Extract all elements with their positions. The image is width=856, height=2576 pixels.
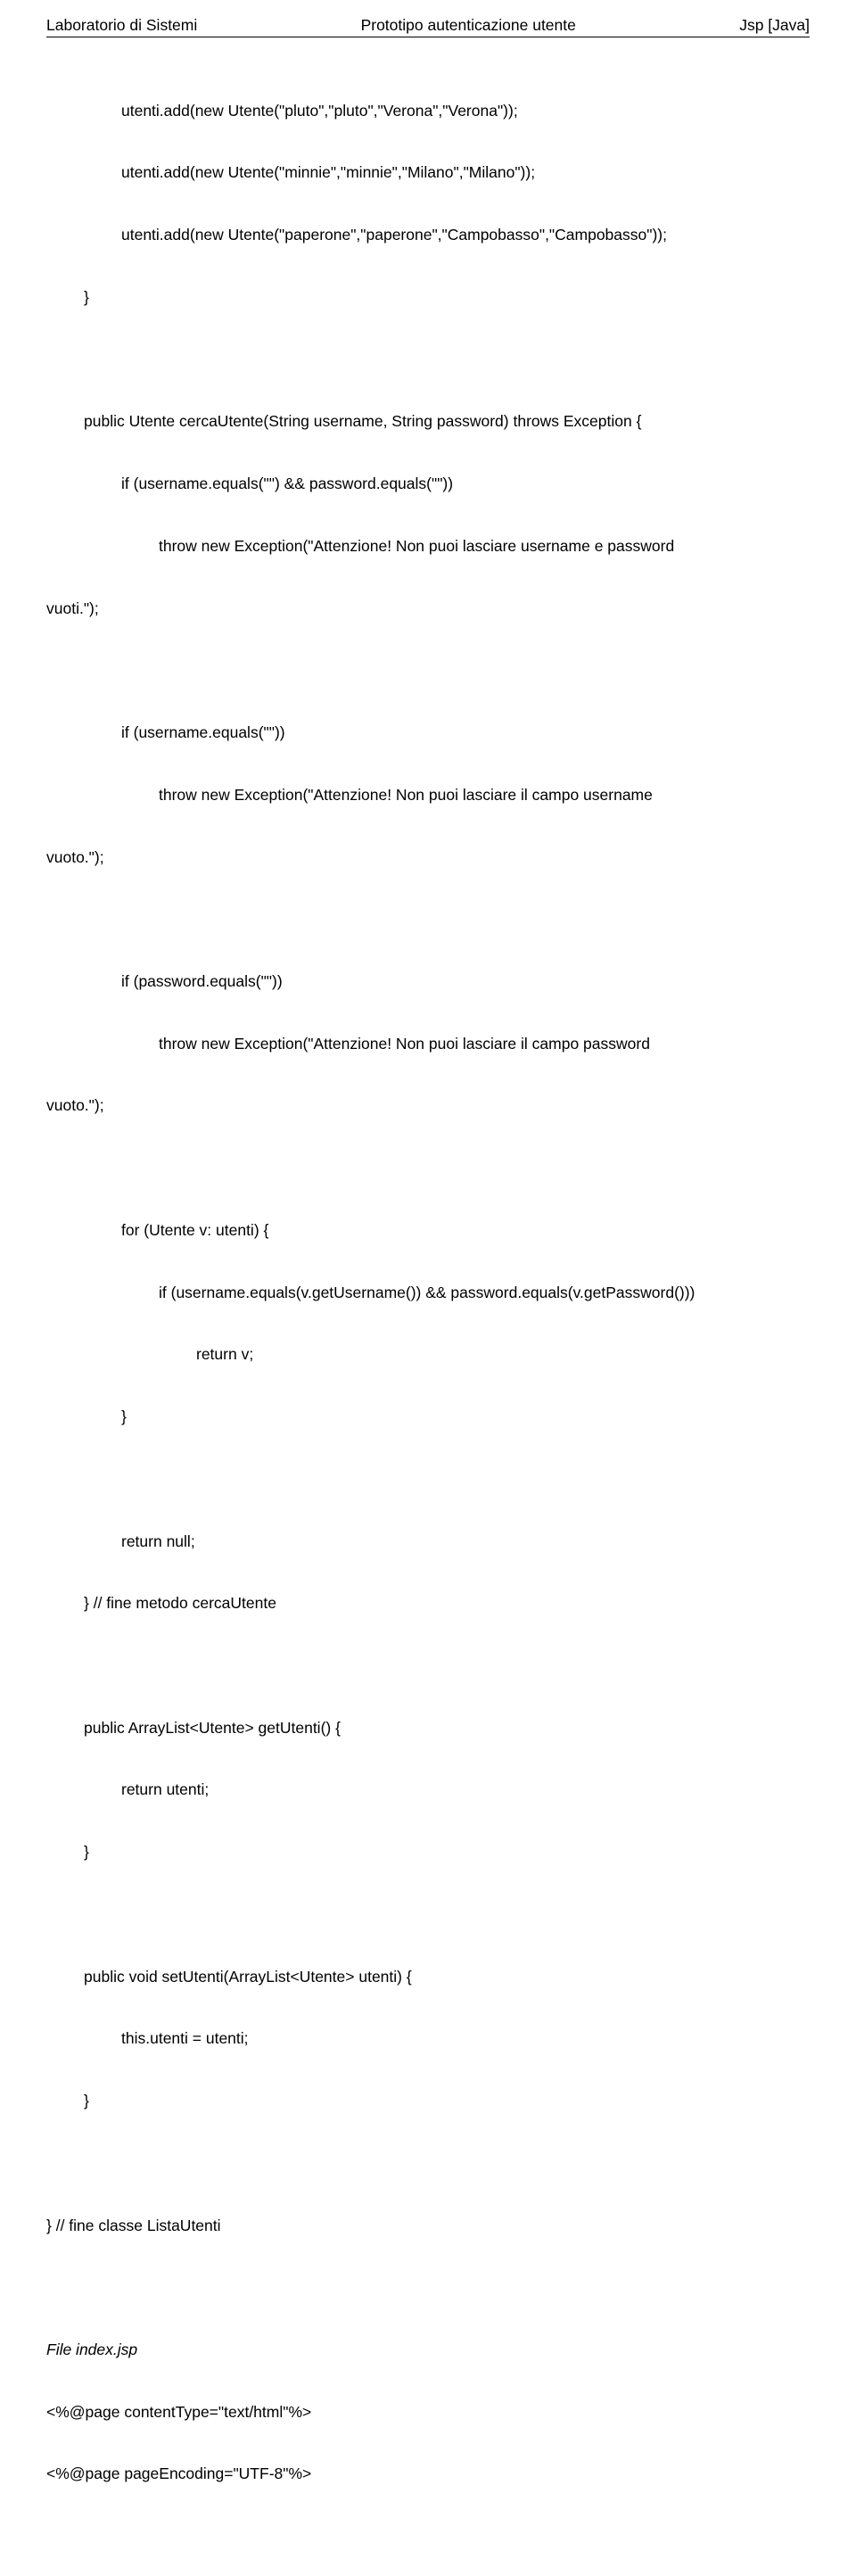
code-line: return utenti;: [46, 1779, 810, 1800]
code-line: }: [46, 287, 810, 308]
code-line: for (Utente v: utenti) {: [46, 1220, 810, 1241]
code-line: }: [46, 1407, 810, 1427]
code-line: public Utente cercaUtente(String usernam…: [46, 411, 810, 432]
code-line: utenti.add(new Utente("paperone","papero…: [46, 225, 810, 245]
blank-line: [46, 2277, 810, 2298]
file-label: File index.jsp: [46, 2340, 810, 2360]
page-header: Laboratorio di Sistemi Prototipo autenti…: [46, 16, 810, 37]
code-line: } // fine classe ListaUtenti: [46, 2216, 810, 2236]
code-line: throw new Exception("Attenzione! Non puo…: [46, 536, 810, 557]
header-left: Laboratorio di Sistemi: [46, 16, 197, 35]
code-line: return v;: [46, 1344, 810, 1365]
header-center: Prototipo autenticazione utente: [361, 16, 576, 35]
blank-line: [46, 2526, 810, 2547]
code-line: if (username.equals(v.getUsername()) && …: [46, 1283, 810, 1303]
blank-line: [46, 1158, 810, 1178]
code-line: utenti.add(new Utente("pluto","pluto","V…: [46, 101, 810, 121]
blank-line: [46, 1904, 810, 1925]
blank-line: [46, 660, 810, 681]
code-line: throw new Exception("Attenzione! Non puo…: [46, 1034, 810, 1054]
blank-line: [46, 909, 810, 929]
code-line: vuoto.");: [46, 847, 810, 868]
code-line: vuoto.");: [46, 1095, 810, 1116]
code-line: throw new Exception("Attenzione! Non puo…: [46, 785, 810, 805]
code-line: public ArrayList<Utente> getUtenti() {: [46, 1718, 810, 1738]
code-line: vuoti.");: [46, 599, 810, 619]
code-line: if (password.equals("")): [46, 971, 810, 992]
header-right: Jsp [Java]: [739, 16, 810, 35]
blank-line: [46, 350, 810, 370]
code-line: if (username.equals("")): [46, 722, 810, 743]
blank-line: [46, 1655, 810, 1676]
code-line: if (username.equals("") && password.equa…: [46, 474, 810, 494]
code-line: this.utenti = utenti;: [46, 2028, 810, 2049]
blank-line: [46, 2153, 810, 2174]
code-line: <%@page pageEncoding="UTF-8"%>: [46, 2464, 810, 2484]
code-line: utenti.add(new Utente("minnie","minnie",…: [46, 162, 810, 183]
code-line: }: [46, 1842, 810, 1862]
document-page: Laboratorio di Sistemi Prototipo autenti…: [0, 0, 856, 2576]
code-line: }: [46, 2091, 810, 2111]
blank-line: [46, 1469, 810, 1490]
code-block: utenti.add(new Utente("pluto","pluto","V…: [46, 59, 810, 2576]
code-line: public void setUtenti(ArrayList<Utente> …: [46, 1967, 810, 1987]
code-line: <%@page contentType="text/html"%>: [46, 2402, 810, 2423]
code-line: } // fine metodo cercaUtente: [46, 1593, 810, 1614]
code-line: return null;: [46, 1532, 810, 1552]
